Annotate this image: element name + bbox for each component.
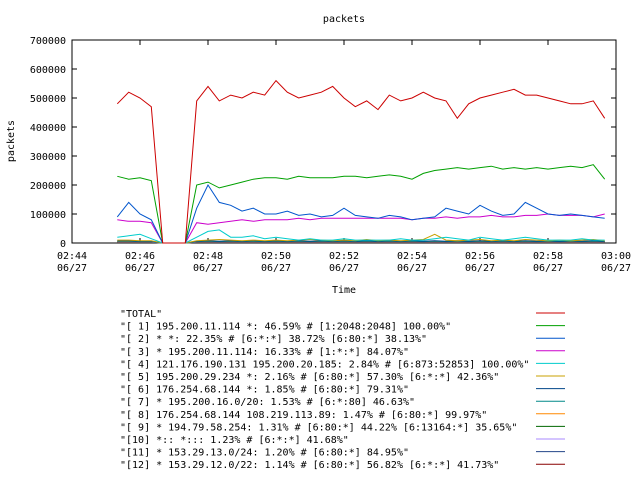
- x-axis-label: Time: [332, 285, 356, 296]
- x-tick-date-label: 06/27: [329, 263, 359, 274]
- packets-chart: packets packets Time 0 100000 200000 300000…: [6, 14, 631, 471]
- legend: "TOTAL" "[ 1] 195.200.11.114 *: 46.59% # …: [120, 309, 565, 471]
- x-tick-label: 02:48: [193, 251, 223, 262]
- legend-label: "[ 8] 176.254.68.144 108.219.113.89: 1.4…: [120, 410, 487, 421]
- x-tick-date-label: 06/27: [533, 263, 563, 274]
- legend-label: "[10] *:: *::: 1.23% # [6:*:*] 41.68%": [120, 435, 349, 446]
- y-tick-label: 500000: [30, 94, 66, 105]
- legend-label: "[ 1] 195.200.11.114 *: 46.59% # [1:2048…: [120, 322, 451, 333]
- legend-label: "TOTAL": [120, 309, 162, 320]
- series-lines: [116, 79, 606, 244]
- x-tick-label: 02:46: [125, 251, 155, 262]
- x-tick-date-label: 06/27: [601, 263, 631, 274]
- x-tick-label: 02:50: [261, 251, 291, 262]
- chart-title: packets: [323, 14, 365, 25]
- x-tick-date-label: 06/27: [125, 263, 155, 274]
- x-tick-label: 02:52: [329, 251, 359, 262]
- x-tick-date-label: 06/27: [193, 263, 223, 274]
- y-tick-label: 100000: [30, 210, 66, 221]
- x-tick-label: 02:44: [57, 251, 87, 262]
- x-tick-label: 02:58: [533, 251, 563, 262]
- legend-label: "[ 3] * 195.200.11.114: 16.33% # [1:*:*]…: [120, 347, 409, 358]
- x-tick-date-label: 06/27: [57, 263, 87, 274]
- legend-label: "[ 7] * 195.200.16.0/20: 1.53% # [6:*:80…: [120, 397, 415, 408]
- y-tick-label: 0: [60, 239, 66, 250]
- y-tick-label: 200000: [30, 181, 66, 192]
- legend-label: "[ 6] 176.254.68.144 *: 1.85% # [6:80:*]…: [120, 385, 409, 396]
- y-tick-label: 300000: [30, 152, 66, 163]
- y-axis-label: packets: [6, 120, 17, 162]
- y-tick-label: 700000: [30, 36, 66, 47]
- x-tick-date-label: 06/27: [261, 263, 291, 274]
- x-tick-date-label: 06/27: [465, 263, 495, 274]
- legend-label: "[ 4] 121.176.190.131 195.200.20.185: 2.…: [120, 359, 529, 370]
- plot-frame: [71, 39, 617, 244]
- x-tick-date-label: 06/27: [397, 263, 427, 274]
- x-tick-label: 03:00: [601, 251, 631, 262]
- legend-label: "[ 9] * 194.79.58.254: 1.31% # [6:80:*] …: [120, 422, 517, 433]
- x-tick-label: 02:54: [397, 251, 427, 262]
- y-tick-label: 400000: [30, 123, 66, 134]
- x-tick-label: 02:56: [465, 251, 495, 262]
- legend-label: "[11] * 153.29.13.0/24: 1.20% # [6:80:*]…: [120, 448, 409, 459]
- axes: 0 100000 200000 300000 400000 500000 600000 700…: [30, 36, 631, 274]
- legend-label: "[ 5] 195.200.29.234 *: 2.16% # [6:80:*]…: [120, 372, 499, 383]
- legend-label: "[12] * 153.29.12.0/22: 1.14% # [6:80:*]…: [120, 460, 499, 471]
- legend-label: "[ 2] * *: 22.35% # [6:*:*] 38.72% [6:80…: [120, 334, 427, 345]
- y-tick-label: 600000: [30, 65, 66, 76]
